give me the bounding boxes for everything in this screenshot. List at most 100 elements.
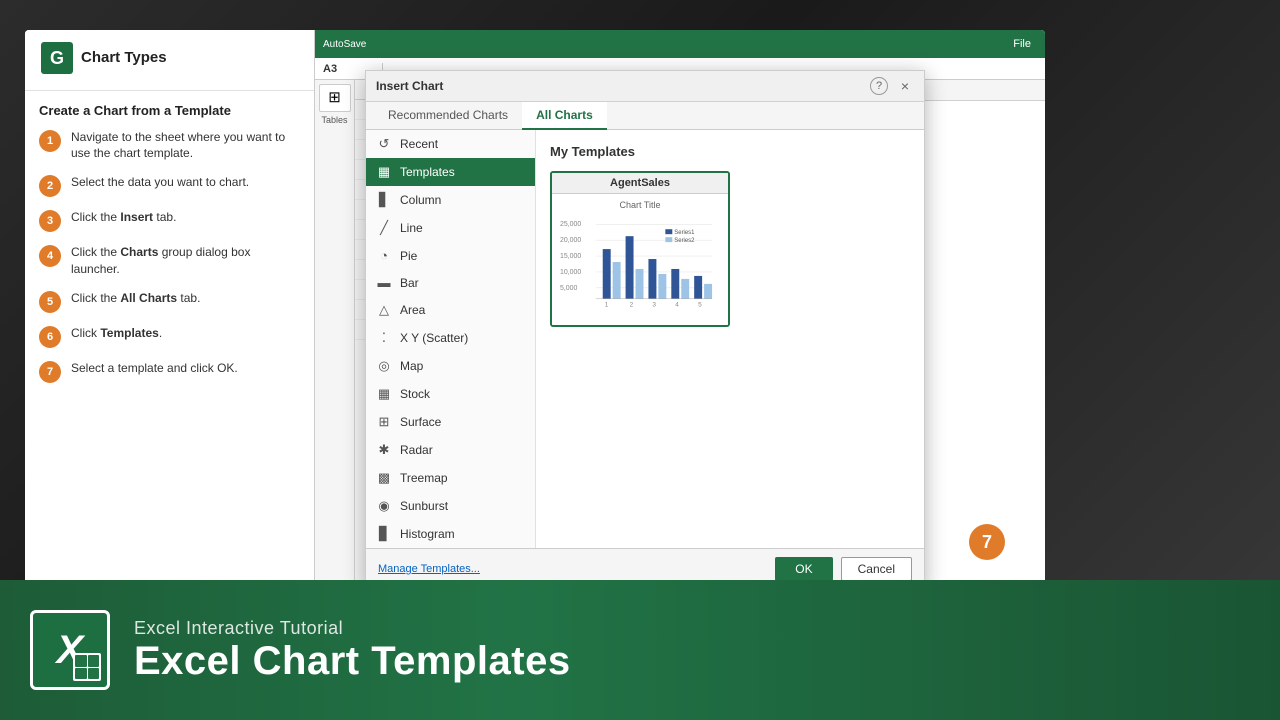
chart-type-treemap-label: Treemap xyxy=(400,471,448,485)
logo-cell-2 xyxy=(88,655,100,667)
excel-left-sidebar: ⊞ Tables xyxy=(315,80,355,610)
step-text-2: Select the data you want to chart. xyxy=(71,174,249,191)
dialog-title: Insert Chart xyxy=(376,79,443,93)
chart-type-radar[interactable]: ✱ Radar xyxy=(366,436,535,464)
tutorial-logo-icon: G xyxy=(41,42,73,74)
chart-type-map-label: Map xyxy=(400,359,423,373)
chart-type-treemap[interactable]: ▩ Treemap xyxy=(366,464,535,492)
chart-type-column[interactable]: ▋ Column xyxy=(366,186,535,214)
step-number-4: 4 xyxy=(39,245,61,267)
chart-type-recent-label: Recent xyxy=(400,137,438,151)
svg-text:2: 2 xyxy=(630,302,634,309)
chart-type-surface[interactable]: ⊞ Surface xyxy=(366,408,535,436)
step-number-6: 6 xyxy=(39,326,61,348)
insert-chart-dialog: Insert Chart ? × Recommended Charts All … xyxy=(365,70,925,590)
banner-subtitle: Excel Interactive Tutorial xyxy=(134,618,571,639)
step-3: 3 Click the Insert tab. xyxy=(39,209,300,232)
ribbon-tab-file[interactable]: File xyxy=(1007,36,1037,52)
chart-type-scatter[interactable]: ⁚ X Y (Scatter) xyxy=(366,324,535,352)
chart-type-pie[interactable]: ◔ Pie xyxy=(366,242,535,269)
step-number-7: 7 xyxy=(39,361,61,383)
radar-icon: ✱ xyxy=(376,442,392,458)
dialog-close-button[interactable]: × xyxy=(896,77,914,95)
tables-label: Tables xyxy=(321,116,347,126)
chart-type-stock[interactable]: ▦ Stock xyxy=(366,380,535,408)
svg-text:5: 5 xyxy=(698,302,702,309)
pie-icon: ◔ xyxy=(376,248,392,263)
bottom-banner: X Excel Interactive Tutorial Excel Chart… xyxy=(0,580,1280,720)
chart-type-templates[interactable]: ▦ Templates xyxy=(366,158,535,186)
tutorial-logo: G Chart Types xyxy=(41,42,298,74)
dialog-controls: ? × xyxy=(870,77,914,95)
banner-text: Excel Interactive Tutorial Excel Chart T… xyxy=(134,618,571,683)
svg-text:1: 1 xyxy=(605,302,609,309)
chart-type-line-label: Line xyxy=(400,221,423,235)
svg-text:3: 3 xyxy=(652,302,656,309)
svg-text:Series2: Series2 xyxy=(674,238,695,244)
svg-text:25,000: 25,000 xyxy=(560,221,581,228)
chart-type-area-label: Area xyxy=(400,303,425,317)
chart-type-bar-label: Bar xyxy=(400,276,419,290)
monitor-screen: G Chart Types Create a Chart from a Temp… xyxy=(25,30,1045,610)
column-icon: ▋ xyxy=(376,192,392,208)
step-text-4: Click the Charts group dialog box launch… xyxy=(71,244,300,278)
logo-cell-3 xyxy=(75,668,87,680)
templates-icon: ▦ xyxy=(376,164,392,180)
chart-type-scatter-label: X Y (Scatter) xyxy=(400,331,468,345)
dialog-body: ↺ Recent ▦ Templates ▋ Column ╱ Line xyxy=(366,130,924,548)
step-6: 6 Click Templates. xyxy=(39,325,300,348)
chart-type-radar-label: Radar xyxy=(400,443,433,457)
step-number-5: 5 xyxy=(39,291,61,313)
step-number-2: 2 xyxy=(39,175,61,197)
logo-cell-1 xyxy=(75,655,87,667)
chart-type-map[interactable]: ◎ Map xyxy=(366,352,535,380)
template-card-agentsales[interactable]: AgentSales Chart Title 25,000 20,000 15,… xyxy=(550,171,730,327)
chart-type-templates-label: Templates xyxy=(400,165,455,179)
chart-type-list: ↺ Recent ▦ Templates ▋ Column ╱ Line xyxy=(366,130,536,548)
chart-type-sunburst[interactable]: ◉ Sunburst xyxy=(366,492,535,520)
stock-icon: ▦ xyxy=(376,386,392,402)
svg-text:5,000: 5,000 xyxy=(560,285,578,292)
step-number-1: 1 xyxy=(39,130,61,152)
excel-logo-large: X xyxy=(30,610,110,690)
step-4: 4 Click the Charts group dialog box laun… xyxy=(39,244,300,278)
manage-templates-link[interactable]: Manage Templates... xyxy=(378,563,480,575)
svg-text:15,000: 15,000 xyxy=(560,253,581,260)
my-templates-title: My Templates xyxy=(550,144,910,159)
template-chart-preview: Chart Title 25,000 20,000 15,000 10,000 … xyxy=(552,194,728,325)
step-text-7: Select a template and click OK. xyxy=(71,360,238,377)
step-2: 2 Select the data you want to chart. xyxy=(39,174,300,197)
svg-text:Series1: Series1 xyxy=(674,230,695,236)
svg-text:10,000: 10,000 xyxy=(560,269,581,276)
step-text-6: Click Templates. xyxy=(71,325,162,342)
chart-type-stock-label: Stock xyxy=(400,387,430,401)
tables-button[interactable]: ⊞ xyxy=(319,84,351,112)
tab-all-charts[interactable]: All Charts xyxy=(522,102,607,130)
step-number-3: 3 xyxy=(39,210,61,232)
tutorial-header: G Chart Types xyxy=(25,30,314,91)
tab-recommended-charts[interactable]: Recommended Charts xyxy=(374,102,522,130)
excel-area: AutoSave File A3 ⊞ Tables 1 2 3 4 5 xyxy=(315,30,1045,610)
chart-type-histogram[interactable]: ▊ Histogram xyxy=(366,520,535,548)
excel-ribbon: AutoSave File xyxy=(315,30,1045,58)
step-7: 7 Select a template and click OK. xyxy=(39,360,300,383)
chart-type-bar[interactable]: ▬ Bar xyxy=(366,269,535,296)
area-icon: △ xyxy=(376,302,392,318)
chart-type-line[interactable]: ╱ Line xyxy=(366,214,535,242)
cancel-button[interactable]: Cancel xyxy=(841,557,912,581)
template-card-title: AgentSales xyxy=(552,173,728,194)
chart-type-area[interactable]: △ Area xyxy=(366,296,535,324)
dialog-buttons: OK Cancel xyxy=(775,557,912,581)
ok-button[interactable]: OK xyxy=(775,557,832,581)
scatter-icon: ⁚ xyxy=(376,330,392,346)
chart-type-recent[interactable]: ↺ Recent xyxy=(366,130,535,158)
chart-type-histogram-label: Histogram xyxy=(400,527,455,541)
surface-icon: ⊞ xyxy=(376,414,392,430)
chart-type-surface-label: Surface xyxy=(400,415,441,429)
dialog-tabs: Recommended Charts All Charts xyxy=(366,102,924,130)
mini-bar-chart: 25,000 20,000 15,000 10,000 5,000 xyxy=(558,214,722,314)
bar-icon: ▬ xyxy=(376,275,392,290)
dialog-help-button[interactable]: ? xyxy=(870,77,888,95)
step-5: 5 Click the All Charts tab. xyxy=(39,290,300,313)
chart-type-sunburst-label: Sunburst xyxy=(400,499,448,513)
